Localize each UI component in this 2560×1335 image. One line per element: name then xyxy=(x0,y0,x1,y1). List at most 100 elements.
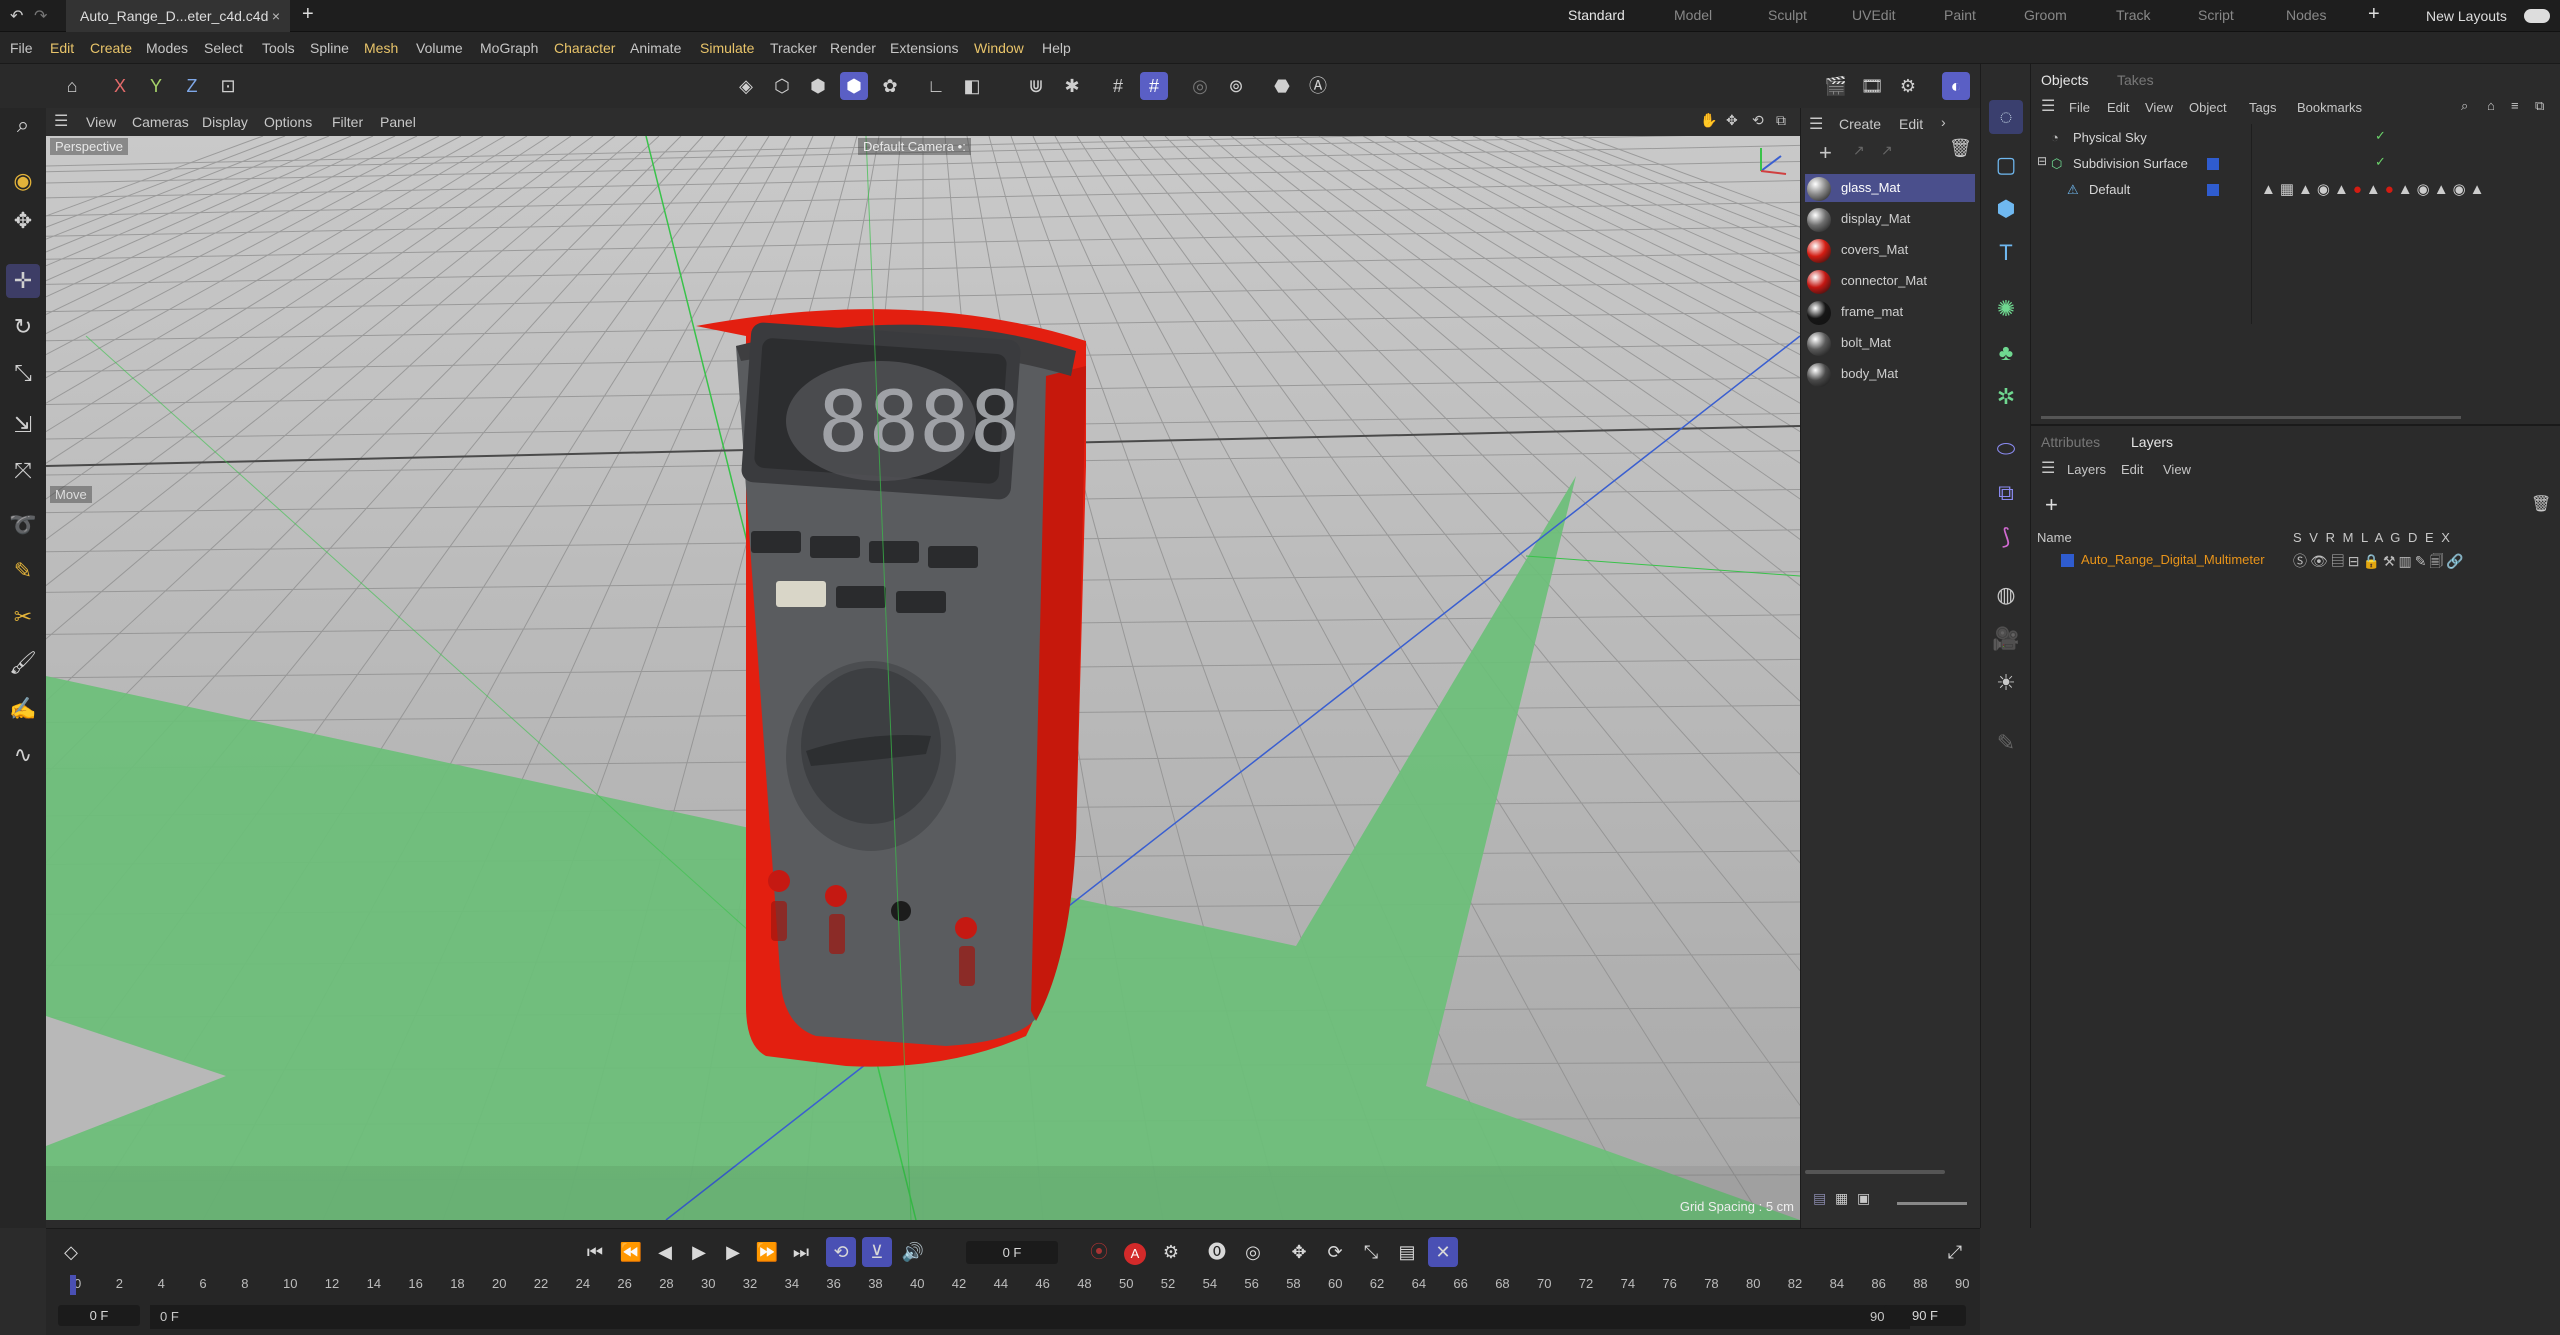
check-icon[interactable]: ✓ xyxy=(2375,128,2386,144)
undo-history-icon[interactable]: ⌂ xyxy=(58,72,86,100)
move-view-icon[interactable]: ✥ xyxy=(1726,112,1738,129)
layers-menu-edit[interactable]: Edit xyxy=(2121,462,2143,477)
key-scale-icon[interactable]: ⤡ xyxy=(1356,1237,1386,1267)
layout-tab-standard[interactable]: Standard xyxy=(1568,7,1625,23)
text-icon[interactable]: T xyxy=(1989,236,2023,270)
home-icon[interactable]: ⌂ xyxy=(2487,98,2495,113)
brush-icon[interactable]: 🖌 xyxy=(6,646,40,680)
spline-object-icon[interactable]: ⟆ xyxy=(1989,520,2023,554)
autokey-icon[interactable]: A xyxy=(1120,1237,1150,1267)
x-axis-lock[interactable]: X xyxy=(106,72,134,100)
pen-icon[interactable]: ✎ xyxy=(6,554,40,588)
objects-menu-bookmarks[interactable]: Bookmarks xyxy=(2297,100,2362,115)
interactive-render-icon[interactable]: ◐ xyxy=(1942,72,1970,100)
material-item[interactable]: display_Mat xyxy=(1805,205,1975,233)
menu-animate[interactable]: Animate xyxy=(630,40,681,56)
menu-edit[interactable]: Edit xyxy=(50,40,74,56)
menu-window[interactable]: Window xyxy=(974,40,1024,56)
key-rotation-icon[interactable]: ⟳ xyxy=(1320,1237,1350,1267)
add-layer-button[interactable]: + xyxy=(2045,492,2058,518)
spline-icon[interactable]: ∿ xyxy=(6,738,40,772)
key-position-icon[interactable]: ✥ xyxy=(1284,1237,1314,1267)
field-icon[interactable]: ⬭ xyxy=(1989,432,2023,466)
material-item[interactable]: frame_mat xyxy=(1805,298,1975,326)
material-item[interactable]: glass_Mat xyxy=(1805,174,1975,202)
render-view-icon[interactable]: 🎬 xyxy=(1822,72,1850,100)
new-layouts-label[interactable]: New Layouts xyxy=(2426,8,2507,24)
list-view-icon[interactable]: ▤ xyxy=(1813,1190,1826,1207)
menu-spline[interactable]: Spline xyxy=(310,40,349,56)
maximize-view-icon[interactable]: ⧉ xyxy=(1776,112,1786,129)
large-view-icon[interactable]: ▣ xyxy=(1857,1190,1870,1207)
y-axis-lock[interactable]: Y xyxy=(142,72,170,100)
menu-select[interactable]: Select xyxy=(204,40,243,56)
viewport-camera-name[interactable]: Default Camera •: xyxy=(858,138,971,155)
document-tab[interactable]: Auto_Range_D...eter_c4d.c4d × xyxy=(66,0,290,32)
go-end-icon[interactable]: ⏭ xyxy=(786,1237,816,1267)
orbit-icon[interactable]: ⟲ xyxy=(1752,112,1764,129)
grid-view-icon[interactable]: ▦ xyxy=(1835,1190,1848,1207)
cube-outline-icon[interactable]: ▢ xyxy=(1989,148,2023,182)
polygons-mode-icon[interactable]: ⬢ xyxy=(804,72,832,100)
objects-hamburger-icon[interactable]: ☰ xyxy=(2041,96,2055,116)
points-mode-icon[interactable]: ◈ xyxy=(732,72,760,100)
tab-attributes[interactable]: Attributes xyxy=(2041,434,2100,450)
placement-tool-icon[interactable]: ⤧ xyxy=(6,454,40,488)
snap-settings-icon[interactable]: ✱ xyxy=(1058,72,1086,100)
cube-icon[interactable]: ⬢ xyxy=(1989,192,2023,226)
render-settings-button-icon[interactable]: ⚙ xyxy=(1894,72,1922,100)
viewport-menu-display[interactable]: Display xyxy=(202,114,248,130)
menu-file[interactable]: File xyxy=(10,40,33,56)
next-frame-icon[interactable]: ▶ xyxy=(718,1237,748,1267)
light-icon[interactable]: ☀ xyxy=(1989,666,2023,700)
menu-render[interactable]: Render xyxy=(830,40,876,56)
viewport-menu-filter[interactable]: Filter xyxy=(332,114,363,130)
collapse-icon[interactable]: ⊟ xyxy=(2037,154,2047,168)
render-region-icon[interactable]: ◎ xyxy=(1186,72,1214,100)
environment-icon[interactable]: ◍ xyxy=(1989,578,2023,612)
timeline-graph-icon[interactable]: ⤢ xyxy=(1940,1237,1970,1267)
objects-menu-view[interactable]: View xyxy=(2145,100,2173,115)
tweak-icon[interactable]: ✥ xyxy=(6,204,40,238)
search-icon[interactable]: ⌕ xyxy=(6,108,40,142)
tab-objects[interactable]: Objects xyxy=(2041,72,2088,88)
render-picture-viewer-icon[interactable]: 🎞 xyxy=(1858,72,1886,100)
loop-icon[interactable]: ⟲ xyxy=(826,1237,856,1267)
menu-simulate[interactable]: Simulate xyxy=(700,40,754,56)
start-frame-field[interactable]: 0 F xyxy=(58,1305,140,1326)
menu-tracker[interactable]: Tracker xyxy=(770,40,817,56)
key-pla-icon[interactable]: ✕ xyxy=(1428,1237,1458,1267)
material-scroll[interactable] xyxy=(1805,1170,1945,1174)
object-row-default[interactable]: ⚠ Default ▲▦▲◉▲●▲●▲◉▲◉▲ xyxy=(2031,178,2560,202)
new-window-icon[interactable]: ⧉ xyxy=(2535,98,2544,114)
menu-extensions[interactable]: Extensions xyxy=(890,40,958,56)
material-icon[interactable]: ⬣ xyxy=(1268,72,1296,100)
material-hamburger-icon[interactable]: ☰ xyxy=(1809,114,1823,134)
redo-icon[interactable]: ↷ xyxy=(34,6,47,26)
keyframe-selection-icon[interactable]: ◎ xyxy=(1238,1237,1268,1267)
layout-tab-track[interactable]: Track xyxy=(2116,7,2150,23)
select-icon[interactable]: ◉ xyxy=(6,164,40,198)
z-axis-lock[interactable]: Z xyxy=(178,72,206,100)
delete-layer-icon[interactable]: 🗑 xyxy=(2531,494,2551,514)
grid-snap-icon[interactable]: # xyxy=(1140,72,1168,100)
render-settings-icon[interactable]: ⊚ xyxy=(1222,72,1250,100)
menu-create[interactable]: Create xyxy=(90,40,132,56)
workplane-icon[interactable]: ∟ xyxy=(922,72,950,100)
object-row-physical-sky[interactable]: ◔ Physical Sky ✓ xyxy=(2031,126,2560,150)
edges-mode-icon[interactable]: ⬡ xyxy=(768,72,796,100)
layout-tab-script[interactable]: Script xyxy=(2198,7,2234,23)
preview-range-icon[interactable]: ⊻ xyxy=(862,1237,892,1267)
rotate-tool-icon[interactable]: ↻ xyxy=(6,310,40,344)
material-tags[interactable]: ▲▦▲◉▲●▲●▲◉▲◉▲ xyxy=(2261,180,2489,198)
layers-menu-layers[interactable]: Layers xyxy=(2067,462,2106,477)
model-mode-icon[interactable]: ⬢ xyxy=(840,72,868,100)
add-material-icon[interactable]: + xyxy=(1819,140,1832,166)
move-tool-icon[interactable]: ✛ xyxy=(6,264,40,298)
viewport-menu-view[interactable]: View xyxy=(86,114,116,130)
transform-tool-icon[interactable]: ⇲ xyxy=(6,408,40,442)
coordinate-system-icon[interactable]: ⊡ xyxy=(214,72,242,100)
menu-help[interactable]: Help xyxy=(1042,40,1071,56)
end-frame-field[interactable]: 90 F xyxy=(1884,1305,1966,1326)
scripting-icon[interactable]: ✎ xyxy=(1989,726,2023,760)
